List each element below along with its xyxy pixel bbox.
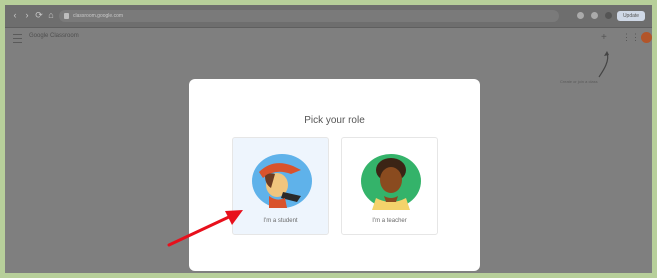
address-bar[interactable]: classroom.google.com	[59, 10, 559, 22]
back-icon[interactable]: ‹	[11, 11, 19, 20]
menu-icon[interactable]	[13, 34, 22, 43]
update-chip[interactable]: Update	[617, 11, 645, 21]
hint-text: Create or join a class	[560, 79, 598, 84]
student-illustration	[252, 154, 312, 208]
plus-icon[interactable]: +	[601, 32, 607, 43]
home-icon[interactable]: ⌂	[47, 11, 55, 20]
url-text: classroom.google.com	[73, 13, 124, 19]
app-bar: Google Classroom + ⋮⋮	[5, 28, 652, 48]
student-role-label: I'm a student	[263, 218, 298, 224]
dialog-title: Pick your role	[304, 115, 365, 126]
arrow-annotation	[167, 210, 243, 247]
lock-icon	[64, 13, 69, 19]
reload-icon[interactable]: ⟳	[35, 11, 43, 20]
profile-icon[interactable]	[605, 12, 612, 19]
extension-icon[interactable]	[577, 12, 584, 19]
teacher-illustration	[361, 154, 421, 210]
screenshot-frame: ‹ › ⟳ ⌂ classroom.google.com Update Goog…	[5, 5, 652, 273]
avatar[interactable]	[641, 32, 652, 43]
extension-icon[interactable]	[591, 12, 598, 19]
forward-icon[interactable]: ›	[23, 11, 31, 20]
apps-grid-icon[interactable]: ⋮⋮	[622, 32, 640, 43]
teacher-role-card[interactable]: I'm a teacher	[341, 137, 438, 235]
teacher-role-label: I'm a teacher	[372, 218, 407, 224]
browser-toolbar: ‹ › ⟳ ⌂ classroom.google.com Update	[5, 5, 652, 28]
app-title: Google Classroom	[29, 33, 79, 39]
